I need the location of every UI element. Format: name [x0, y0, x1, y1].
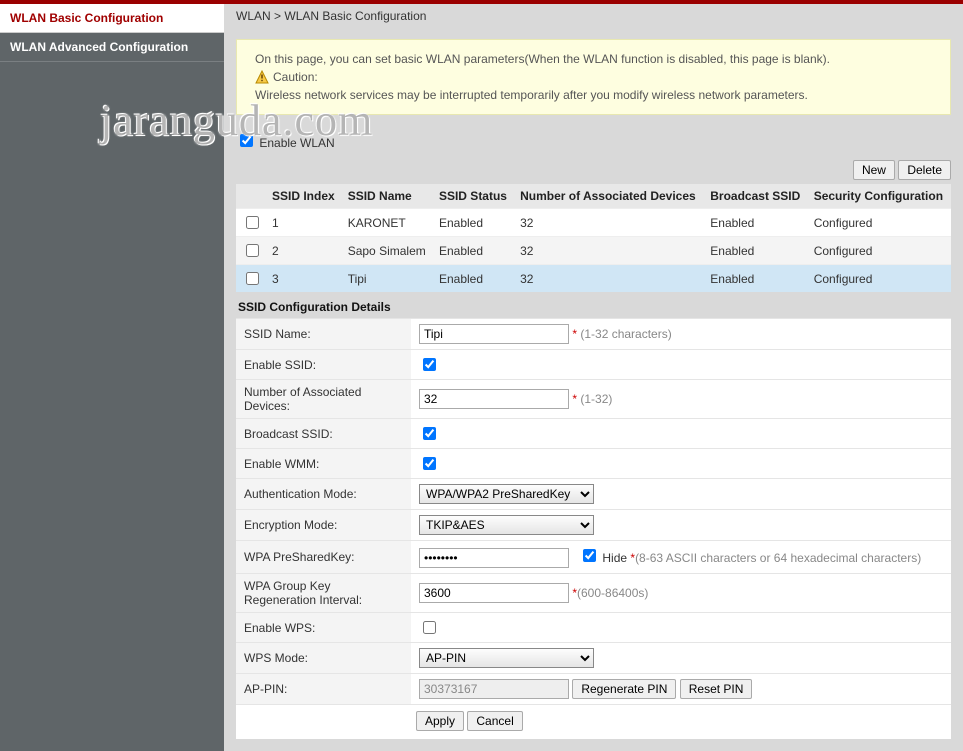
table-row[interactable]: 3TipiEnabled32EnabledConfigured [236, 265, 951, 293]
enable-wlan-checkbox[interactable] [240, 134, 253, 147]
notice-line2: Wireless network services may be interru… [255, 86, 932, 104]
cell: 1 [266, 209, 342, 237]
label-enable-wmm: Enable WMM: [236, 449, 411, 479]
sidebar-item-label: WLAN Advanced Configuration [10, 40, 188, 54]
cell: Configured [808, 209, 951, 237]
notice-line1: On this page, you can set basic WLAN par… [255, 50, 932, 68]
cell: Sapo Simalem [342, 237, 433, 265]
delete-button[interactable]: Delete [898, 160, 951, 180]
breadcrumb-sep: > [274, 9, 281, 23]
hint-num-devices: (1-32) [580, 392, 612, 406]
cell: Enabled [704, 265, 807, 293]
sidebar-item-wlan-basic[interactable]: WLAN Basic Configuration [0, 4, 224, 33]
col-broadcast: Broadcast SSID [704, 184, 807, 209]
label-psk: WPA PreSharedKey: [236, 541, 411, 574]
row-checkbox[interactable] [246, 272, 259, 285]
label-auth-mode: Authentication Mode: [236, 479, 411, 510]
cell: 32 [514, 265, 704, 293]
required-mark: * [572, 392, 577, 406]
cell: 3 [266, 265, 342, 293]
table-row[interactable]: 2Sapo SimalemEnabled32EnabledConfigured [236, 237, 951, 265]
enable-wlan-text: Enable WLAN [259, 136, 334, 150]
auth-mode-select[interactable]: WPA/WPA2 PreSharedKey [419, 484, 594, 504]
sidebar-item-wlan-advanced[interactable]: WLAN Advanced Configuration [0, 33, 224, 62]
ssid-name-input[interactable] [419, 324, 569, 344]
required-mark: * [572, 327, 577, 341]
col-ssid-name: SSID Name [342, 184, 433, 209]
caution-label: Caution: [273, 68, 318, 86]
ap-pin-input [419, 679, 569, 699]
breadcrumb: WLAN > WLAN Basic Configuration [224, 4, 963, 31]
enc-mode-select[interactable]: TKIP&AES [419, 515, 594, 535]
label-enc-mode: Encryption Mode: [236, 510, 411, 541]
psk-input[interactable] [419, 548, 569, 568]
ssid-form: SSID Name: * (1-32 characters) Enable SS… [236, 318, 951, 704]
enable-wmm-checkbox[interactable] [423, 457, 436, 470]
num-devices-input[interactable] [419, 389, 569, 409]
cell: KARONET [342, 209, 433, 237]
hide-psk-checkbox[interactable] [583, 549, 596, 562]
cell: Tipi [342, 265, 433, 293]
hint-ssid-name: (1-32 characters) [580, 327, 671, 341]
hide-label: Hide [602, 551, 627, 565]
cell: 32 [514, 209, 704, 237]
group-key-input[interactable] [419, 583, 569, 603]
cell: 32 [514, 237, 704, 265]
cancel-button[interactable]: Cancel [467, 711, 522, 731]
sidebar: WLAN Basic Configuration WLAN Advanced C… [0, 4, 224, 751]
hint-psk: (8-63 ASCII characters or 64 hexadecimal… [635, 551, 921, 565]
label-group-key: WPA Group Key Regeneration Interval: [236, 574, 411, 613]
warning-icon [255, 70, 269, 84]
enable-ssid-checkbox[interactable] [423, 358, 436, 371]
apply-button[interactable]: Apply [416, 711, 464, 731]
cell: Enabled [704, 209, 807, 237]
cell: 2 [266, 237, 342, 265]
table-row[interactable]: 1KARONETEnabled32EnabledConfigured [236, 209, 951, 237]
sidebar-item-label: WLAN Basic Configuration [10, 11, 163, 25]
label-enable-ssid: Enable SSID: [236, 350, 411, 380]
notice-panel: On this page, you can set basic WLAN par… [236, 39, 951, 115]
row-checkbox[interactable] [246, 216, 259, 229]
enable-wlan-label[interactable]: Enable WLAN [236, 136, 335, 150]
label-num-devices: Number of Associated Devices: [236, 380, 411, 419]
broadcast-checkbox[interactable] [423, 427, 436, 440]
regenerate-pin-button[interactable]: Regenerate PIN [572, 679, 676, 699]
row-checkbox[interactable] [246, 244, 259, 257]
col-ssid-status: SSID Status [433, 184, 514, 209]
cell: Enabled [433, 209, 514, 237]
hint-group-key: (600-86400s) [577, 586, 648, 600]
cell: Enabled [433, 237, 514, 265]
enable-wps-checkbox[interactable] [423, 621, 436, 634]
breadcrumb-root: WLAN [236, 9, 271, 23]
label-ssid-name: SSID Name: [236, 319, 411, 350]
label-wps-mode: WPS Mode: [236, 643, 411, 674]
section-title: SSID Configuration Details [236, 292, 951, 318]
col-security: Security Configuration [808, 184, 951, 209]
col-num-devices: Number of Associated Devices [514, 184, 704, 209]
label-ap-pin: AP-PIN: [236, 674, 411, 705]
new-button[interactable]: New [853, 160, 895, 180]
cell: Enabled [433, 265, 514, 293]
label-enable-wps: Enable WPS: [236, 613, 411, 643]
cell: Configured [808, 237, 951, 265]
wps-mode-select[interactable]: AP-PIN [419, 648, 594, 668]
label-broadcast: Broadcast SSID: [236, 419, 411, 449]
cell: Enabled [704, 237, 807, 265]
reset-pin-button[interactable]: Reset PIN [680, 679, 753, 699]
col-ssid-index: SSID Index [266, 184, 342, 209]
cell: Configured [808, 265, 951, 293]
breadcrumb-current: WLAN Basic Configuration [284, 9, 426, 23]
ssid-table: SSID Index SSID Name SSID Status Number … [236, 184, 951, 292]
